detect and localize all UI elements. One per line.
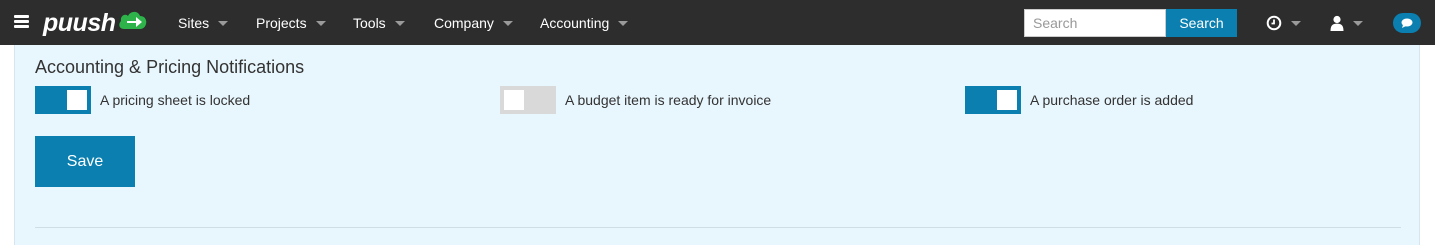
chevron-down-icon	[315, 21, 326, 26]
toggle-knob	[67, 90, 87, 110]
nav-accounting-label: Accounting	[540, 14, 610, 31]
search-input[interactable]	[1024, 9, 1166, 37]
save-button[interactable]: Save	[35, 136, 135, 187]
nav-sites[interactable]: Sites	[178, 0, 229, 45]
chevron-down-icon	[394, 21, 405, 26]
toggle-label: A budget item is ready for invoice	[565, 92, 772, 108]
menu-icon[interactable]	[14, 15, 29, 28]
notifications-panel: Accounting & Pricing Notifications A pri…	[14, 45, 1420, 245]
chevron-down-icon	[618, 21, 629, 26]
chevron-down-icon	[1291, 21, 1301, 26]
toggle-label: A purchase order is added	[1030, 92, 1194, 108]
toggle-row-pricing-sheet-locked[interactable]: A pricing sheet is locked	[35, 86, 250, 114]
chat-icon	[1401, 18, 1413, 28]
purchase-order-added-toggle[interactable]	[965, 86, 1021, 114]
toggle-knob	[997, 90, 1017, 110]
toggle-row-purchase-order-added[interactable]: A purchase order is added	[965, 86, 1193, 114]
budget-item-ready-toggle[interactable]	[500, 86, 556, 114]
toggle-label: A pricing sheet is locked	[100, 92, 251, 108]
toggle-knob	[504, 90, 524, 110]
section-title: Accounting & Pricing Notifications	[35, 57, 305, 77]
user-menu[interactable]	[1330, 0, 1363, 45]
chat-button[interactable]	[1393, 13, 1421, 33]
recent-activity-menu[interactable]	[1266, 0, 1301, 45]
clock-icon	[1266, 15, 1282, 30]
divider	[35, 227, 1401, 228]
nav-accounting[interactable]: Accounting	[540, 0, 629, 45]
chevron-down-icon	[1353, 21, 1363, 26]
toggle-row-budget-item-ready[interactable]: A budget item is ready for invoice	[500, 86, 771, 114]
nav-sites-label: Sites	[178, 14, 210, 31]
chevron-down-icon	[502, 21, 513, 26]
app-logo[interactable]: puush	[43, 6, 148, 40]
pricing-sheet-locked-toggle[interactable]	[35, 86, 91, 114]
logo-text: puush	[43, 8, 116, 37]
nav-projects[interactable]: Projects	[256, 0, 326, 45]
top-navbar: puush Sites Projects Tools Company Accou…	[0, 0, 1435, 45]
nav-company[interactable]: Company	[434, 0, 513, 45]
nav-company-label: Company	[434, 14, 494, 31]
nav-tools[interactable]: Tools	[353, 0, 405, 45]
logo-arrow-icon	[118, 11, 146, 29]
nav-projects-label: Projects	[256, 14, 307, 31]
nav-tools-label: Tools	[353, 14, 386, 31]
search-button[interactable]: Search	[1166, 9, 1237, 37]
chevron-down-icon	[218, 21, 229, 26]
user-icon	[1330, 15, 1344, 31]
